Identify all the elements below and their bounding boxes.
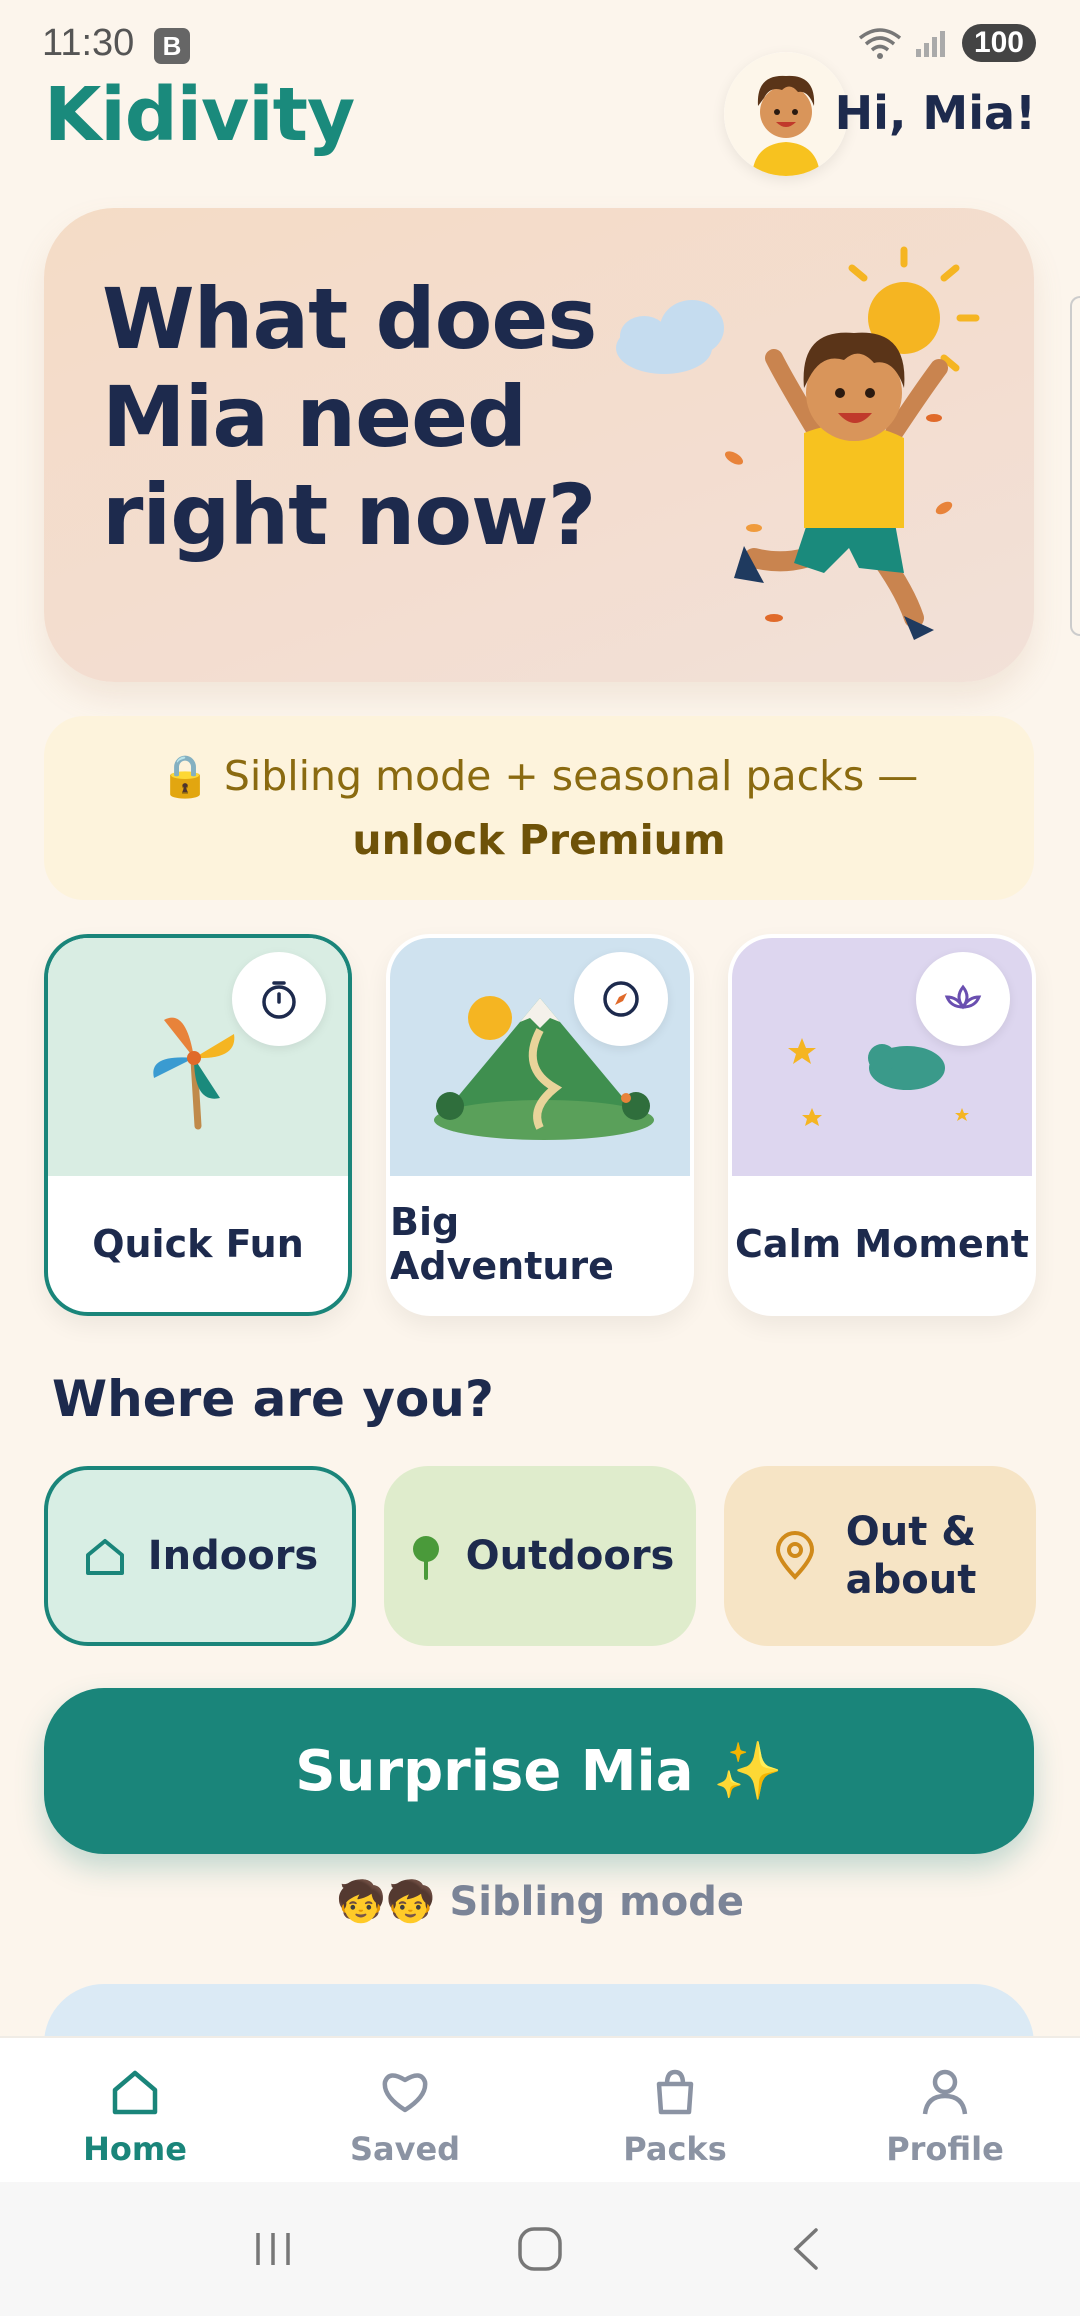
section-title-where: Where are you? bbox=[52, 1370, 494, 1428]
location-indoors[interactable]: Indoors bbox=[44, 1466, 356, 1646]
app-logo: Kidivity bbox=[44, 72, 355, 158]
mood-card-image bbox=[48, 938, 348, 1176]
mood-card-image bbox=[732, 938, 1032, 1176]
child-avatar-icon bbox=[724, 52, 848, 176]
wifi-icon bbox=[858, 28, 902, 59]
shopping-bag-icon bbox=[656, 2069, 694, 2115]
mood-card-label: Big Adventure bbox=[390, 1200, 614, 1288]
nav-profile[interactable]: Profile bbox=[810, 2038, 1080, 2182]
premium-description: Sibling mode + seasonal packs — bbox=[223, 752, 919, 800]
nav-label: Saved bbox=[349, 2130, 461, 2168]
home-button-icon[interactable] bbox=[515, 2224, 565, 2274]
sibling-mode-link[interactable]: 🧒🧒 Sibling mode bbox=[0, 1878, 1080, 1925]
home-icon bbox=[112, 2070, 158, 2115]
person-icon bbox=[922, 2069, 968, 2115]
home-icon bbox=[85, 1539, 124, 1575]
lock-icon: 🔒 bbox=[159, 752, 211, 800]
mood-card-calm-moment[interactable]: Calm Moment bbox=[728, 934, 1036, 1316]
mood-card-big-adventure[interactable]: Big Adventure bbox=[386, 934, 694, 1316]
greeting: Hi, Mia! bbox=[834, 86, 1036, 140]
signal-icon bbox=[915, 31, 945, 57]
sibling-emoji: 🧒🧒 bbox=[335, 1879, 436, 1925]
mood-card-quick-fun[interactable]: Quick Fun bbox=[44, 934, 352, 1316]
status-icons: 100 bbox=[858, 24, 1036, 62]
location-out-and-about[interactable]: Out & about bbox=[724, 1466, 1036, 1646]
card-badge bbox=[916, 952, 1010, 1046]
status-time: 11:30 bbox=[42, 22, 135, 64]
nav-label: Profile bbox=[886, 2130, 1004, 2168]
battery-indicator: 100 bbox=[961, 24, 1036, 62]
heart-icon bbox=[382, 2073, 428, 2113]
back-icon[interactable] bbox=[782, 2224, 832, 2274]
map-pin-icon bbox=[775, 1531, 815, 1580]
premium-banner[interactable]: 🔒 Sibling mode + seasonal packs — unlock… bbox=[44, 716, 1034, 900]
surprise-button[interactable]: Surprise Mia ✨ bbox=[44, 1688, 1034, 1854]
nav-packs[interactable]: Packs bbox=[540, 2038, 810, 2182]
system-nav-bar bbox=[0, 2182, 1080, 2316]
hero-card: What does Mia need right now? bbox=[44, 208, 1034, 682]
status-b-badge: B bbox=[154, 28, 190, 64]
bottom-nav: Home Saved Packs Profile bbox=[0, 2036, 1080, 2182]
mood-card-label: Calm Moment bbox=[735, 1222, 1029, 1266]
sibling-label: Sibling mode bbox=[449, 1879, 745, 1925]
mood-card-label: Quick Fun bbox=[92, 1222, 304, 1266]
hero-title: What does Mia need right now? bbox=[102, 270, 597, 564]
location-label: Out & about bbox=[845, 1509, 977, 1603]
nav-label: Home bbox=[83, 2130, 187, 2168]
mood-card-image bbox=[390, 938, 690, 1176]
location-label: Outdoors bbox=[465, 1533, 675, 1579]
recent-apps-icon[interactable] bbox=[248, 2227, 298, 2271]
tree-icon bbox=[412, 1536, 439, 1580]
location-outdoors[interactable]: Outdoors bbox=[384, 1466, 696, 1646]
nav-saved[interactable]: Saved bbox=[270, 2038, 540, 2182]
card-badge bbox=[574, 952, 668, 1046]
premium-cta[interactable]: unlock Premium bbox=[352, 816, 725, 864]
location-label: Indoors bbox=[147, 1533, 319, 1579]
nav-home[interactable]: Home bbox=[0, 2038, 270, 2182]
avatar[interactable] bbox=[724, 52, 848, 176]
lotus-icon bbox=[944, 984, 982, 1010]
card-badge bbox=[232, 952, 326, 1046]
stopwatch-icon bbox=[262, 981, 296, 1019]
scroll-indicator bbox=[1070, 296, 1080, 636]
nav-label: Packs bbox=[623, 2130, 727, 2168]
premium-text: 🔒 Sibling mode + seasonal packs — unlock… bbox=[104, 744, 974, 872]
compass-icon bbox=[603, 981, 639, 1017]
jumping-child-illustration bbox=[616, 246, 980, 640]
